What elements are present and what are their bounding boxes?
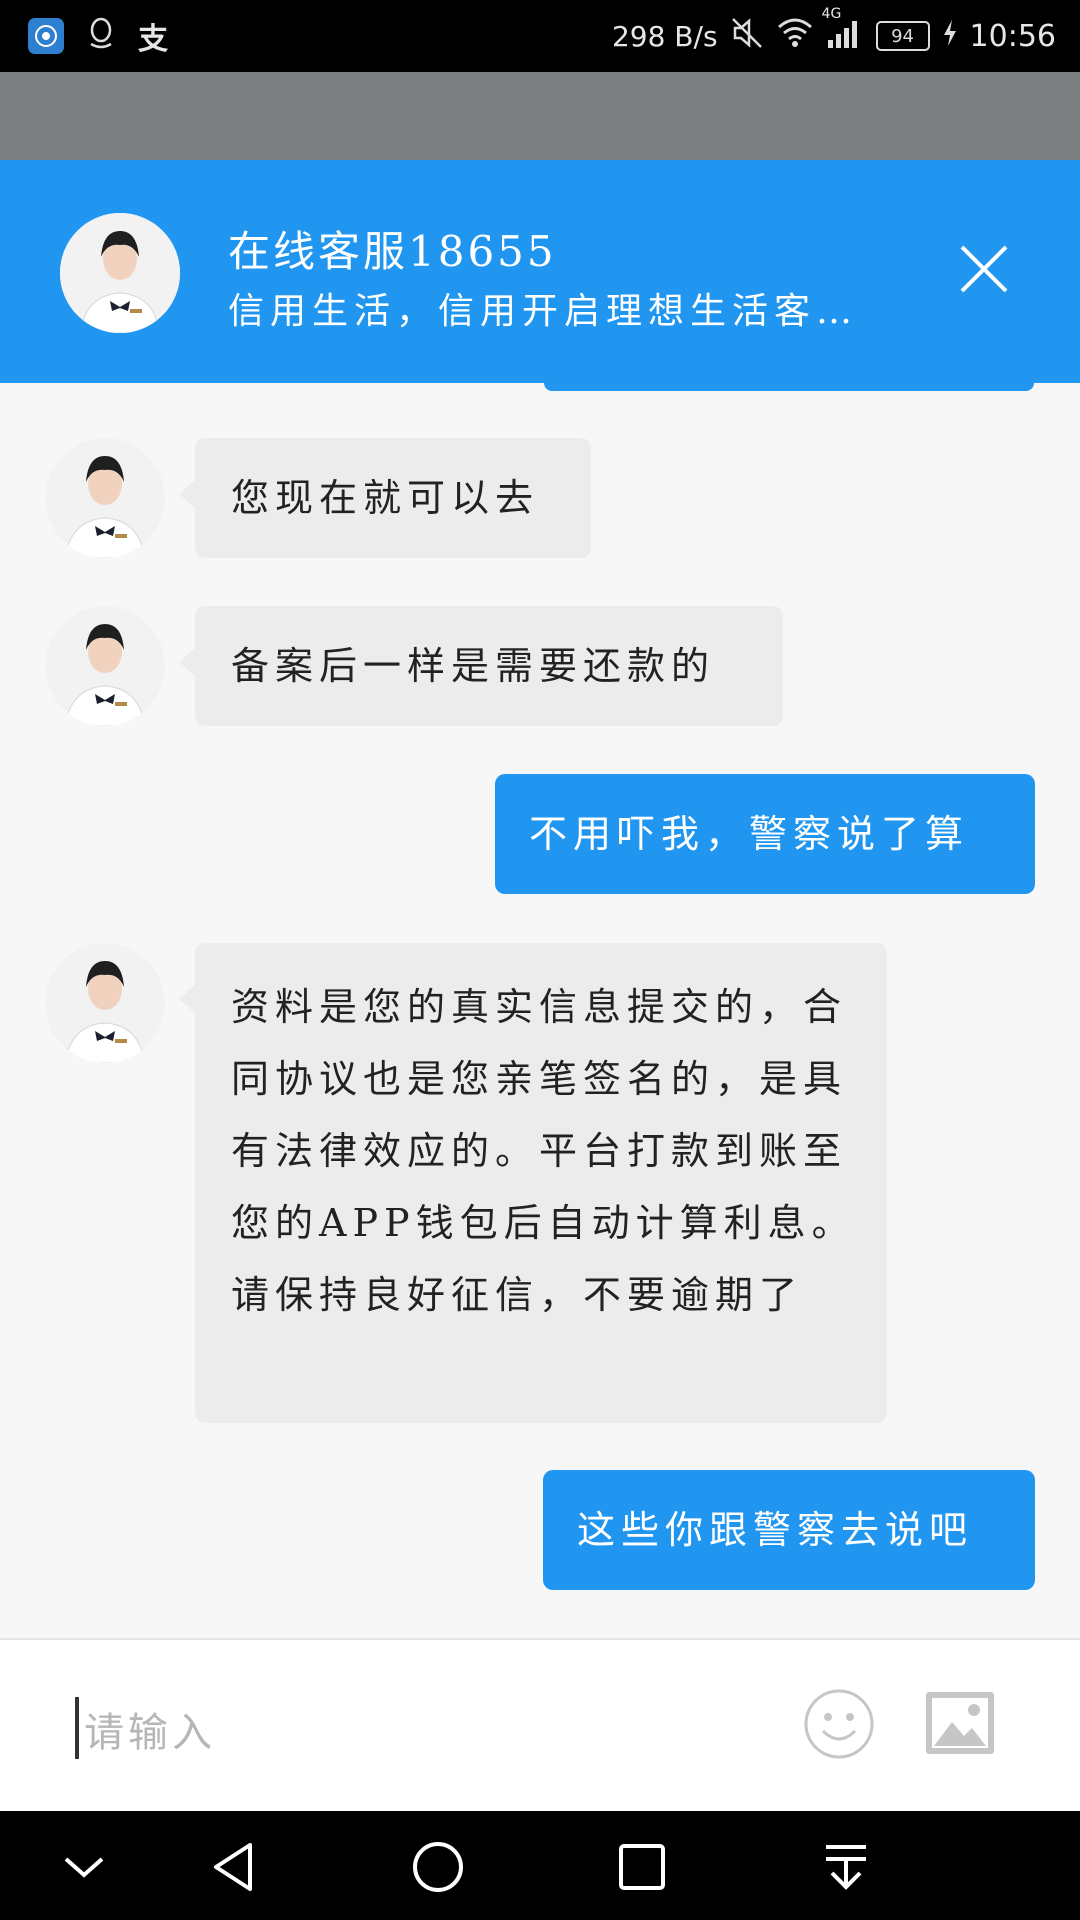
avatar (45, 943, 165, 1063)
previous-message-bubble (544, 383, 1034, 391)
text-caret (75, 1697, 79, 1759)
message-bubble[interactable]: 不用吓我，警察说了算 (495, 774, 1035, 894)
alipay-icon: 支 (138, 22, 168, 57)
back-button[interactable] (206, 1839, 262, 1895)
emoji-button[interactable] (803, 1688, 875, 1760)
net-speed: 298 B/s (611, 19, 718, 53)
hide-keyboard-icon (64, 1857, 104, 1878)
avatar (45, 606, 165, 726)
wifi-icon (776, 17, 814, 56)
input-placeholder: 请输入 (84, 1710, 216, 1756)
message-bubble[interactable]: 资料是您的真实信息提交的，合同协议也是您亲笔签名的，是具有法律效应的。平台打款到… (179, 943, 887, 1423)
navigation-bar (0, 1811, 1080, 1920)
message-input[interactable]: 请输入 (60, 1670, 780, 1780)
recents-icon (619, 1844, 665, 1890)
mute-icon (730, 16, 764, 57)
notification-pull-button[interactable] (818, 1839, 874, 1895)
top-gray-band (0, 72, 1080, 160)
status-right: 298 B/s 4G 94 10:56 (611, 6, 1056, 58)
close-button[interactable] (958, 243, 1010, 295)
chat-subtitle: 信用生活，信用开启理想生活客… (228, 291, 859, 332)
message-text: 这些你跟警察去说吧 (577, 1508, 974, 1552)
input-bar: 请输入 (0, 1638, 1080, 1811)
chat-messages[interactable]: 您现在就可以去 备案后一样是需要还款的 不用吓我，警察说了算 资料是您的真实信息… (0, 383, 1080, 1638)
battery-level: 94 (891, 25, 914, 47)
charging-icon (942, 18, 958, 55)
home-icon (413, 1842, 463, 1892)
message-bubble[interactable]: 您现在就可以去 (179, 438, 591, 558)
clock: 10:56 (969, 18, 1056, 54)
image-button[interactable] (924, 1690, 996, 1756)
app-badge-icon (28, 18, 64, 54)
avatar[interactable] (60, 213, 180, 333)
message-text: 资料是您的真实信息提交的，合同协议也是您亲笔签名的，是具有法律效应的。平台打款到… (231, 985, 856, 1317)
signal-icon: 4G (822, 6, 864, 57)
hide-keyboard-button[interactable] (56, 1839, 112, 1895)
message-bubble[interactable]: 这些你跟警察去说吧 (543, 1470, 1035, 1590)
image-icon (926, 1692, 994, 1754)
message-text: 不用吓我，警察说了算 (529, 812, 970, 856)
status-left: 支 (28, 16, 168, 57)
chat-title: 在线客服18655 (228, 227, 557, 276)
status-bar: 支 298 B/s 4G 94 10:56 (0, 0, 1080, 72)
chat-header: 在线客服18655 信用生活，信用开启理想生活客… (0, 160, 1080, 383)
battery-icon: 94 (875, 21, 930, 51)
message-text: 备案后一样是需要还款的 (231, 644, 716, 688)
recents-button[interactable] (614, 1839, 670, 1895)
qq-icon (86, 16, 116, 57)
close-icon (960, 245, 1008, 293)
network-type: 4G (821, 5, 842, 22)
avatar (45, 438, 165, 558)
notification-pull-icon (826, 1845, 866, 1890)
message-bubble[interactable]: 备案后一样是需要还款的 (179, 606, 783, 726)
back-icon (214, 1843, 252, 1891)
message-text: 您现在就可以去 (231, 476, 540, 520)
emoji-icon (804, 1689, 874, 1759)
home-button[interactable] (410, 1839, 466, 1895)
